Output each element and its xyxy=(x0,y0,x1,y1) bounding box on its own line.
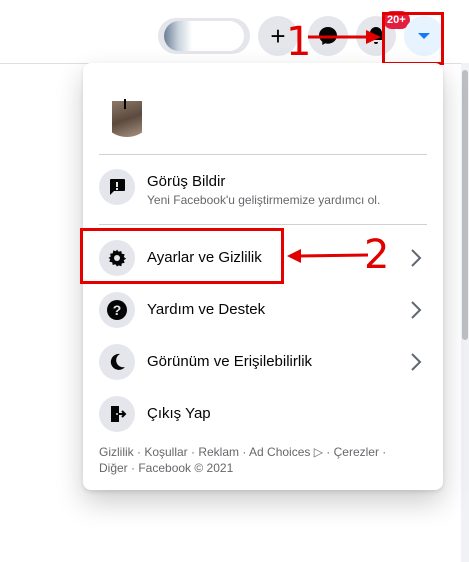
menu-item-label: Çıkış Yap xyxy=(147,405,211,422)
footer-line-2[interactable]: Diğer · Facebook © 2021 xyxy=(99,460,419,476)
chevron-right-icon xyxy=(411,353,422,371)
step-1-arrow xyxy=(308,30,381,44)
profile-shortcut[interactable] xyxy=(158,18,250,54)
menu-item-display-accessibility[interactable]: Görünüm ve Erişilebilirlik xyxy=(91,340,435,384)
help-icon: ? xyxy=(99,292,135,328)
divider xyxy=(99,224,427,225)
footer-line-1[interactable]: Gizlilik · Koşullar · Reklam · Ad Choice… xyxy=(99,444,419,460)
menu-item-feedback[interactable]: Görüş Bildir Yeni Facebook'u geliştirmem… xyxy=(91,165,435,213)
footer-links: Gizlilik · Koşullar · Reklam · Ad Choice… xyxy=(99,444,419,476)
chevron-right-icon xyxy=(411,301,422,319)
step-2-number: 2 xyxy=(364,232,390,278)
menu-item-label: Yardım ve Destek xyxy=(147,301,266,318)
chevron-right-icon xyxy=(411,249,422,267)
step-2-arrow xyxy=(287,249,369,263)
profile-name-redacted xyxy=(164,21,244,51)
highlight-settings-item xyxy=(80,228,284,284)
avatar-mark xyxy=(124,99,126,109)
feedback-icon xyxy=(99,169,135,205)
scrollbar-thumb[interactable] xyxy=(462,70,468,340)
logout-icon xyxy=(99,396,135,432)
avatar[interactable] xyxy=(100,93,154,137)
plus-icon: + xyxy=(270,21,286,51)
menu-item-label: Görüş Bildir xyxy=(147,173,226,190)
highlight-account-button xyxy=(382,12,444,65)
menu-item-label: Görünüm ve Erişilebilirlik xyxy=(147,353,313,370)
menu-item-sublabel: Yeni Facebook'u geliştirmemize yardımcı … xyxy=(147,193,381,207)
menu-item-logout[interactable]: Çıkış Yap xyxy=(91,392,435,436)
avatar-image xyxy=(112,101,142,137)
moon-icon xyxy=(99,344,135,380)
menu-item-help-support[interactable]: ? Yardım ve Destek xyxy=(91,288,435,332)
divider xyxy=(99,154,427,155)
svg-text:?: ? xyxy=(113,302,122,318)
